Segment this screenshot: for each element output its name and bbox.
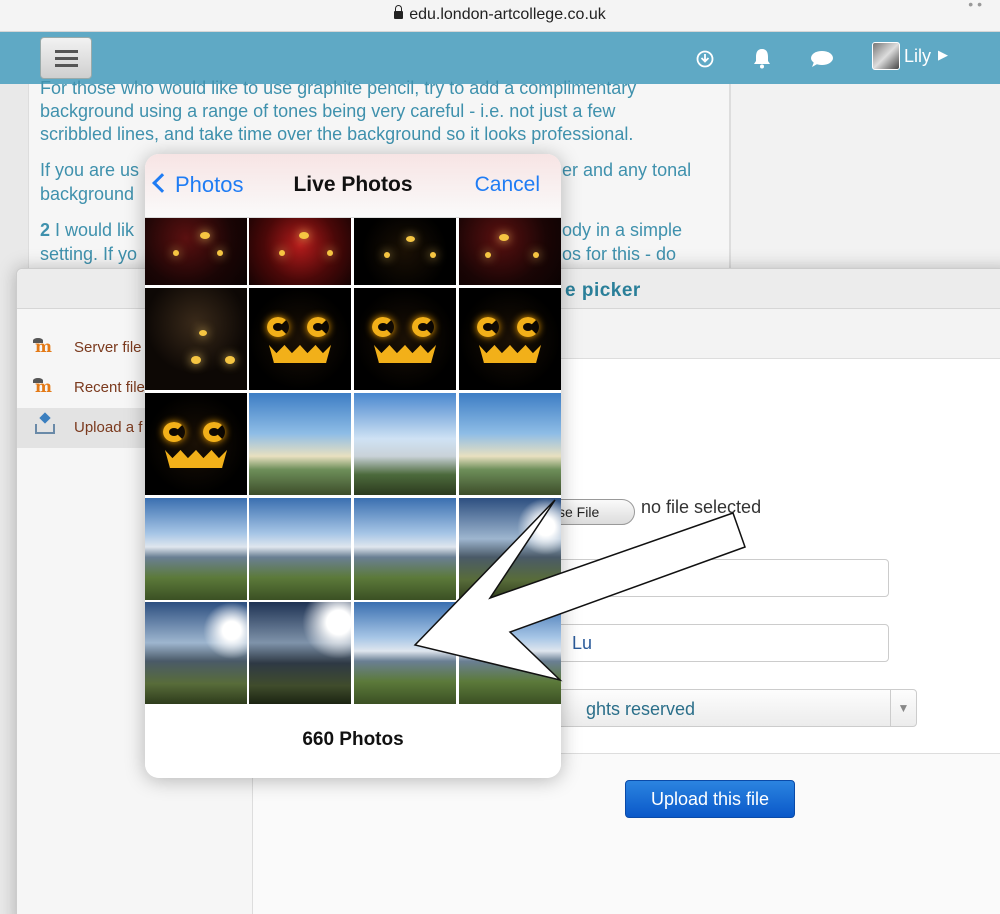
pumpkin-light: [217, 250, 223, 256]
ios-photo-picker: Photos Live Photos Cancel 660 Photos: [145, 154, 561, 778]
paragraph-line: background using a range of tones being …: [40, 101, 616, 121]
moodle-icon: m: [33, 338, 55, 355]
paragraph-line: er and any tonal: [562, 160, 692, 180]
photo-thumbnail[interactable]: [459, 393, 561, 495]
caret-right-icon[interactable]: ▶: [938, 47, 948, 63]
photo-thumbnail[interactable]: [354, 218, 456, 285]
user-name[interactable]: Lily: [904, 46, 931, 67]
photo-thumbnail[interactable]: [249, 602, 351, 704]
photo-count: 660 Photos: [145, 705, 561, 778]
license-value: ghts reserved: [586, 699, 696, 719]
hamburger-line: [55, 50, 78, 53]
author-field[interactable]: Lu: [543, 624, 889, 662]
paragraph-line: ody in a simple: [562, 220, 683, 240]
lamp-light: [406, 236, 415, 242]
pumpkin-light: [384, 252, 390, 258]
license-select[interactable]: ghts reserved ▼: [543, 689, 917, 727]
pumpkin-light: [430, 252, 436, 258]
pumpkin-eye: [163, 422, 185, 442]
photo-grid: [145, 218, 561, 706]
bell-icon[interactable]: [752, 47, 772, 69]
photo-thumbnail[interactable]: [354, 602, 456, 704]
lamp-light: [499, 234, 509, 241]
pumpkin-light: [485, 252, 491, 258]
browser-url-bar[interactable]: edu.london-artcollege.co.uk • •: [0, 0, 1000, 32]
hamburger-line: [55, 57, 78, 60]
lamp-light: [199, 330, 207, 336]
photo-thumbnail[interactable]: [459, 288, 561, 390]
avatar[interactable]: [872, 42, 900, 70]
photo-thumbnail[interactable]: [249, 393, 351, 495]
save-as-field[interactable]: [543, 559, 889, 597]
photo-thumbnail[interactable]: [145, 393, 247, 495]
pumpkin-eye: [517, 317, 539, 337]
cancel-button[interactable]: Cancel: [475, 173, 540, 197]
photo-thumbnail[interactable]: [145, 498, 247, 600]
paragraph-line: os for this - do: [562, 244, 677, 264]
pumpkin-light: [225, 356, 235, 364]
pumpkin-mouth: [479, 345, 541, 363]
pumpkin-mouth: [165, 450, 227, 468]
photo-thumbnail[interactable]: [354, 393, 456, 495]
upload-icon: [35, 424, 55, 434]
jack-o-lantern-face: [370, 311, 440, 367]
photo-thumbnail[interactable]: [459, 218, 561, 285]
jack-o-lantern-face: [475, 311, 545, 367]
repo-label: Upload a f: [74, 419, 143, 436]
photo-picker-header: Photos Live Photos Cancel: [145, 154, 561, 218]
pumpkin-light: [191, 356, 201, 364]
download-arrow-icon[interactable]: [696, 50, 714, 68]
moodle-icon: m: [33, 378, 55, 395]
pumpkin-eye: [203, 422, 225, 442]
pumpkin-eye: [412, 317, 434, 337]
hamburger-menu-button[interactable]: [40, 37, 92, 79]
pumpkin-light: [279, 250, 285, 256]
pumpkin-eye: [307, 317, 329, 337]
photo-thumbnail[interactable]: [354, 288, 456, 390]
author-value: Lu: [572, 633, 593, 653]
lamp-light: [200, 232, 210, 239]
jack-o-lantern-face: [265, 311, 335, 367]
more-icon: • •: [968, 0, 982, 12]
photo-thumbnail[interactable]: [145, 288, 247, 390]
pumpkin-light: [533, 252, 539, 258]
photo-thumbnail[interactable]: [354, 498, 456, 600]
pumpkin-light: [327, 250, 333, 256]
url-display[interactable]: edu.london-artcollege.co.uk: [0, 5, 1000, 24]
pumpkin-mouth: [374, 345, 436, 363]
no-file-selected-text: no file selected: [641, 497, 762, 517]
photo-thumbnail[interactable]: [249, 288, 351, 390]
pumpkin-mouth: [269, 345, 331, 363]
pumpkin-eye: [372, 317, 394, 337]
jack-o-lantern-face: [161, 416, 231, 472]
repo-label: Recent file: [74, 379, 145, 396]
right-column: [730, 84, 1000, 284]
lock-icon: [394, 5, 404, 19]
hamburger-line: [55, 64, 78, 67]
lamp-light: [299, 232, 309, 239]
url-text: edu.london-artcollege.co.uk: [409, 6, 606, 23]
file-picker-title: e picker: [565, 280, 641, 301]
chat-bubble-icon[interactable]: [810, 50, 834, 68]
photo-thumbnail[interactable]: [145, 602, 247, 704]
chevron-down-icon: ▼: [890, 690, 916, 726]
pumpkin-light: [173, 250, 179, 256]
paragraph-line: For those who would like to use graphite…: [40, 78, 637, 98]
pumpkin-eye: [267, 317, 289, 337]
photo-thumbnail[interactable]: [459, 498, 561, 600]
pumpkin-eye: [477, 317, 499, 337]
photo-thumbnail[interactable]: [249, 498, 351, 600]
upload-this-file-button[interactable]: Upload this file: [625, 780, 795, 818]
photo-thumbnail[interactable]: [459, 602, 561, 704]
paragraph-line: scribbled lines, and take time over the …: [40, 124, 634, 144]
repo-label: Server file: [74, 339, 142, 356]
photo-thumbnail[interactable]: [145, 218, 247, 285]
photo-thumbnail[interactable]: [249, 218, 351, 285]
